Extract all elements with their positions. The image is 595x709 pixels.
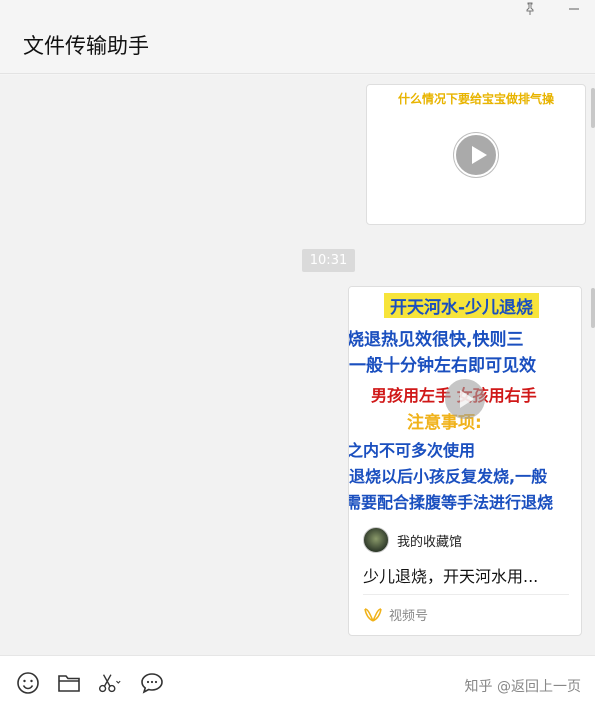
channels-video-card[interactable]: 开天河水-少儿退烧 烧退热见效很快,快则三 一般十分钟左右即可见效 男孩用左手 … bbox=[348, 286, 582, 636]
play-icon[interactable] bbox=[454, 133, 498, 177]
cover-text-line: 烧退热见效很快,快则三 bbox=[349, 330, 524, 350]
cover-text-line: 需要配合揉腹等手法进行退烧 bbox=[349, 493, 554, 512]
channel-label: 视频号 bbox=[389, 609, 429, 624]
minimize-icon[interactable] bbox=[567, 2, 581, 16]
input-toolbar: 知乎 @返回上一页 bbox=[0, 655, 595, 709]
message-timestamp: 10:31 bbox=[302, 249, 355, 272]
author-row[interactable]: 我的收藏馆 bbox=[363, 527, 462, 553]
cover-text-line: 退烧以后小孩反复发烧,一般 bbox=[349, 467, 548, 486]
chat-bubble-icon[interactable] bbox=[140, 671, 164, 695]
title-bar: 文件传输助手 bbox=[0, 0, 595, 74]
scrollbar-thumb[interactable] bbox=[591, 288, 595, 328]
window-controls bbox=[523, 2, 581, 16]
pin-icon[interactable] bbox=[523, 2, 537, 16]
cover-title: 开天河水-少儿退烧 bbox=[384, 293, 540, 318]
video-cover[interactable]: 开天河水-少儿退烧 烧退热见效很快,快则三 一般十分钟左右即可见效 男孩用左手 … bbox=[349, 287, 581, 513]
cover-text-line: 一般十分钟左右即可见效 bbox=[349, 356, 536, 376]
channels-icon bbox=[363, 607, 383, 623]
video-description: 少儿退烧，开天河水用... bbox=[363, 567, 539, 586]
play-icon[interactable] bbox=[445, 379, 485, 419]
scrollbar-thumb[interactable] bbox=[591, 88, 595, 128]
cover-text-line: 之内不可多次使用 bbox=[349, 441, 476, 460]
video-message[interactable]: 什么情况下要给宝宝做排气操 bbox=[366, 84, 586, 225]
channel-source: 视频号 bbox=[363, 605, 428, 624]
emoji-icon[interactable] bbox=[16, 671, 40, 695]
divider bbox=[363, 594, 569, 595]
folder-icon[interactable] bbox=[57, 671, 81, 695]
video-caption: 什么情况下要给宝宝做排气操 bbox=[397, 92, 554, 106]
watermark: 知乎 @返回上一页 bbox=[464, 679, 581, 695]
scissors-icon[interactable] bbox=[98, 671, 124, 695]
author-name: 我的收藏馆 bbox=[397, 534, 463, 550]
avatar[interactable] bbox=[363, 527, 389, 553]
chat-title: 文件传输助手 bbox=[23, 34, 149, 58]
